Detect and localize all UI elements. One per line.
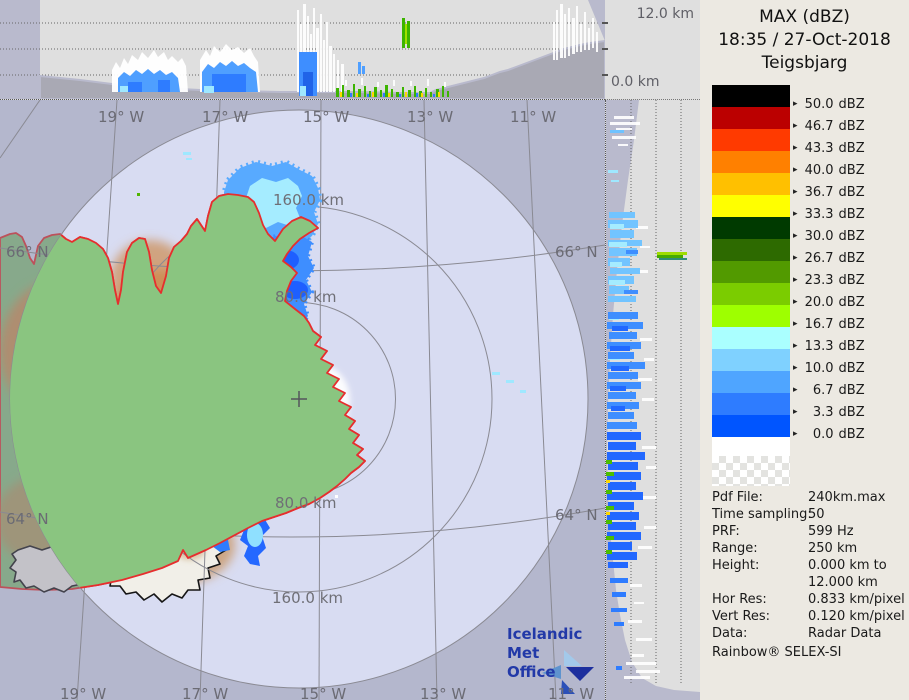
legend-color-band — [712, 151, 790, 173]
legend-scale-label: ▸ 0.0 dBZ — [793, 427, 865, 442]
tick-arrow-icon: ▸ — [793, 363, 798, 373]
range-ring-label: 160.0 km — [273, 191, 345, 209]
tick-arrow-icon: ▸ — [793, 121, 798, 131]
legend-scale-label: ▸ 20.0 dBZ — [793, 295, 865, 310]
lon-label-top: 11° W — [510, 108, 557, 126]
tick-arrow-icon: ▸ — [793, 385, 798, 395]
legend-color-band — [712, 261, 790, 283]
legend-color-band — [712, 327, 790, 349]
lat-label-right: 66° N — [555, 243, 598, 261]
imo-logo-line2: Office — [507, 662, 556, 681]
legend-scale-label: ▸ 3.3 dBZ — [793, 405, 865, 420]
legend-scale-label: ▸ 16.7 dBZ — [793, 317, 865, 332]
axis-tick — [602, 22, 608, 24]
tick-arrow-icon: ▸ — [793, 99, 798, 109]
legend-color-band — [712, 107, 790, 129]
legend-scale-label: ▸ 43.3 dBZ — [793, 141, 865, 156]
lat-label-left: 66° N — [6, 243, 49, 261]
transparency-checker — [712, 456, 790, 486]
ew-cross-section-canvas — [0, 0, 605, 99]
legend-scale-label: ▸ 33.3 dBZ — [793, 207, 865, 222]
tick-arrow-icon: ▸ — [793, 187, 798, 197]
legend-colorbar — [712, 85, 790, 437]
tick-arrow-icon: ▸ — [793, 297, 798, 307]
range-ring-label: 160.0 km — [272, 589, 344, 607]
legend-scale-label: ▸ 23.3 dBZ — [793, 273, 865, 288]
imo-logo-line1: Icelandic Met — [507, 625, 583, 662]
legend-color-band — [712, 239, 790, 261]
legend-color-band — [712, 173, 790, 195]
legend-scale-label: ▸ 10.0 dBZ — [793, 361, 865, 376]
legend-below-scale — [712, 437, 790, 456]
tick-arrow-icon: ▸ — [793, 231, 798, 241]
legend-color-band — [712, 85, 790, 107]
ns-cross-section-panel — [605, 100, 700, 700]
lon-label-top: 17° W — [202, 108, 249, 126]
altitude-min-label: 0.0 km — [611, 74, 660, 90]
tick-arrow-icon: ▸ — [793, 429, 798, 439]
tick-arrow-icon: ▸ — [793, 319, 798, 329]
legend-scale-label: ▸ 30.0 dBZ — [793, 229, 865, 244]
legend-color-band — [712, 195, 790, 217]
map-panel: 19° W 17° W 15° W 13° W 11° W 19° W 17° … — [0, 100, 605, 700]
tick-arrow-icon: ▸ — [793, 209, 798, 219]
range-ring-label: 80.0 km — [275, 288, 337, 306]
software-brand: Rainbow® SELEX-SI — [712, 645, 842, 660]
legend-scale-label: ▸ 46.7 dBZ — [793, 119, 865, 134]
tick-arrow-icon: ▸ — [793, 407, 798, 417]
altitude-axis-corner: 12.0 km 0.0 km — [602, 0, 700, 100]
altitude-max-label: 12.0 km — [636, 6, 694, 22]
legend-scale-label: ▸ 13.3 dBZ — [793, 339, 865, 354]
legend-color-band — [712, 129, 790, 151]
legend-panel: MAX (dBZ) 18:35 / 27-Oct-2018 Teigsbjarg… — [700, 0, 909, 700]
legend-scale-label: ▸ 26.7 dBZ — [793, 251, 865, 266]
tick-arrow-icon: ▸ — [793, 165, 798, 175]
lon-label-bottom: 15° W — [300, 685, 347, 700]
legend-color-band — [712, 371, 790, 393]
legend-datetime: 18:35 / 27-Oct-2018 — [718, 30, 891, 50]
lat-label-right: 64° N — [555, 506, 598, 524]
imo-logo: Icelandic Met Office — [507, 625, 607, 681]
lon-label-bottom: 19° W — [60, 685, 107, 700]
range-ring-label: 80.0 km — [275, 494, 337, 512]
map-canvas — [0, 100, 605, 700]
legend-color-band — [712, 349, 790, 371]
legend-color-band — [712, 393, 790, 415]
legend-color-band — [712, 305, 790, 327]
tick-arrow-icon: ▸ — [793, 275, 798, 285]
legend-color-band — [712, 283, 790, 305]
lon-label-top: 15° W — [303, 108, 350, 126]
lon-label-bottom: 13° W — [420, 685, 467, 700]
radar-application-window: 12.0 km 0.0 km 19° W 17° W 15° W 13° W 1… — [0, 0, 909, 700]
tick-arrow-icon: ▸ — [793, 341, 798, 351]
legend-scale-label: ▸ 6.7 dBZ — [793, 383, 865, 398]
tick-arrow-icon: ▸ — [793, 253, 798, 263]
lon-label-bottom: 11° W — [548, 685, 595, 700]
lon-label-bottom: 17° W — [182, 685, 229, 700]
legend-title: MAX (dBZ) — [759, 7, 850, 27]
axis-tick — [602, 74, 608, 76]
tick-arrow-icon: ▸ — [793, 143, 798, 153]
legend-station: Teigsbjarg — [761, 53, 848, 73]
lon-label-top: 19° W — [98, 108, 145, 126]
legend-color-band — [712, 415, 790, 437]
ew-cross-section-panel — [0, 0, 605, 100]
legend-scale-label: ▸ 36.7 dBZ — [793, 185, 865, 200]
lon-label-top: 13° W — [407, 108, 454, 126]
legend-color-band — [712, 217, 790, 239]
legend-scale-label: ▸ 50.0 dBZ — [793, 97, 865, 112]
ns-cross-section-canvas — [606, 100, 700, 700]
lat-label-left: 64° N — [6, 510, 49, 528]
legend-scale-label: ▸ 40.0 dBZ — [793, 163, 865, 178]
axis-tick — [602, 48, 608, 50]
